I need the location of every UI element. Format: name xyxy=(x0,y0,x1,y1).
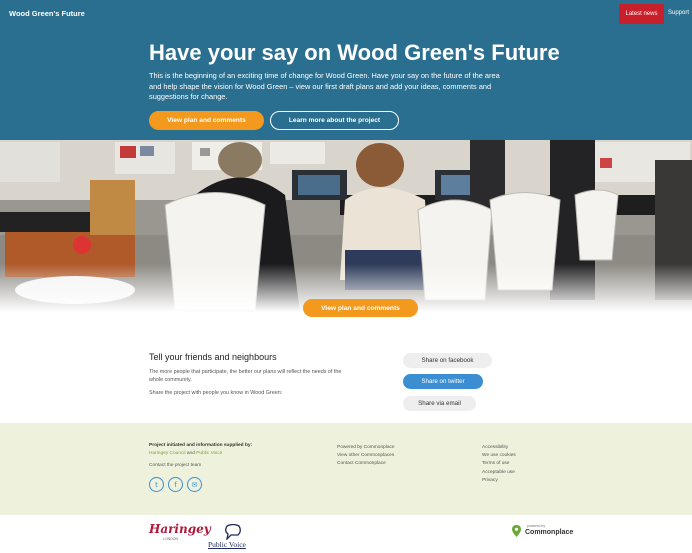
share-instruction: Share the project with people you know i… xyxy=(149,390,283,396)
nav-latest-news[interactable]: Latest news xyxy=(619,4,664,24)
footer-link[interactable]: We use cookies xyxy=(482,452,516,460)
footer-link[interactable]: Powered by Commonplace xyxy=(337,444,395,452)
share-title: Tell your friends and neighbours xyxy=(149,352,277,362)
contact-team-link[interactable]: Contact the project team xyxy=(149,462,314,470)
twitter-icon[interactable]: t xyxy=(149,477,164,492)
commonplace-logo-text: Commonplace xyxy=(525,529,574,536)
share-description: The more people that participate, the be… xyxy=(149,369,342,383)
commonplace-powered-text: powered by xyxy=(527,524,546,528)
speech-bubble-icon xyxy=(225,524,241,540)
haringey-logo[interactable]: Haringey LONDON xyxy=(149,522,211,541)
public-voice-logo[interactable]: Public Voice xyxy=(206,524,262,550)
footer-initiated-text: Project initiated and information suppli… xyxy=(149,443,253,448)
share-email-button[interactable]: Share via email xyxy=(403,396,476,411)
footer-legal-links: Accessibility We use cookies Terms of us… xyxy=(482,444,516,485)
haringey-logo-sub: LONDON xyxy=(163,537,178,541)
facebook-icon[interactable]: f xyxy=(168,477,183,492)
learn-more-button[interactable]: Learn more about the project xyxy=(270,111,399,130)
site-brand[interactable]: Wood Green's Future xyxy=(9,9,85,18)
footer-project-info: Project initiated and information suppli… xyxy=(149,442,314,471)
map-pin-icon xyxy=(512,525,521,537)
hero-photo xyxy=(0,140,692,312)
social-icons: t f ✉ xyxy=(149,477,202,492)
nav-support[interactable]: Support xyxy=(668,10,689,16)
footer: Project initiated and information suppli… xyxy=(0,423,692,515)
footer-link[interactable]: Acceptable use xyxy=(482,469,516,477)
share-facebook-button[interactable]: Share on facebook xyxy=(403,353,492,368)
share-twitter-button[interactable]: Share on twitter xyxy=(403,374,483,389)
public-voice-link[interactable]: Public Voice xyxy=(196,451,222,456)
hero-description: This is the beginning of an exciting tim… xyxy=(149,71,500,101)
view-plan-button[interactable]: View plan and comments xyxy=(149,111,264,130)
footer-link[interactable]: Terms of use xyxy=(482,460,516,468)
footer-link[interactable]: Contact Commonplace xyxy=(337,460,395,468)
footer-commonplace-links: Powered by Commonplace View other Common… xyxy=(337,444,395,469)
view-plan-button-photo[interactable]: View plan and comments xyxy=(303,299,418,317)
hero-title: Have your say on Wood Green's Future xyxy=(149,40,560,65)
footer-link[interactable]: Accessibility xyxy=(482,444,516,452)
email-icon[interactable]: ✉ xyxy=(187,477,202,492)
footer-link[interactable]: Privacy xyxy=(482,477,516,485)
public-voice-logo-text: Public Voice xyxy=(208,540,246,549)
commonplace-logo[interactable]: powered by Commonplace xyxy=(512,524,574,537)
hero-header: Wood Green's Future Latest news Support … xyxy=(0,0,692,140)
footer-and-text: and xyxy=(185,451,197,457)
haringey-council-link[interactable]: Haringey Council xyxy=(149,451,186,456)
footer-link[interactable]: View other Commonplaces xyxy=(337,452,395,460)
haringey-logo-text: Haringey xyxy=(149,522,211,536)
